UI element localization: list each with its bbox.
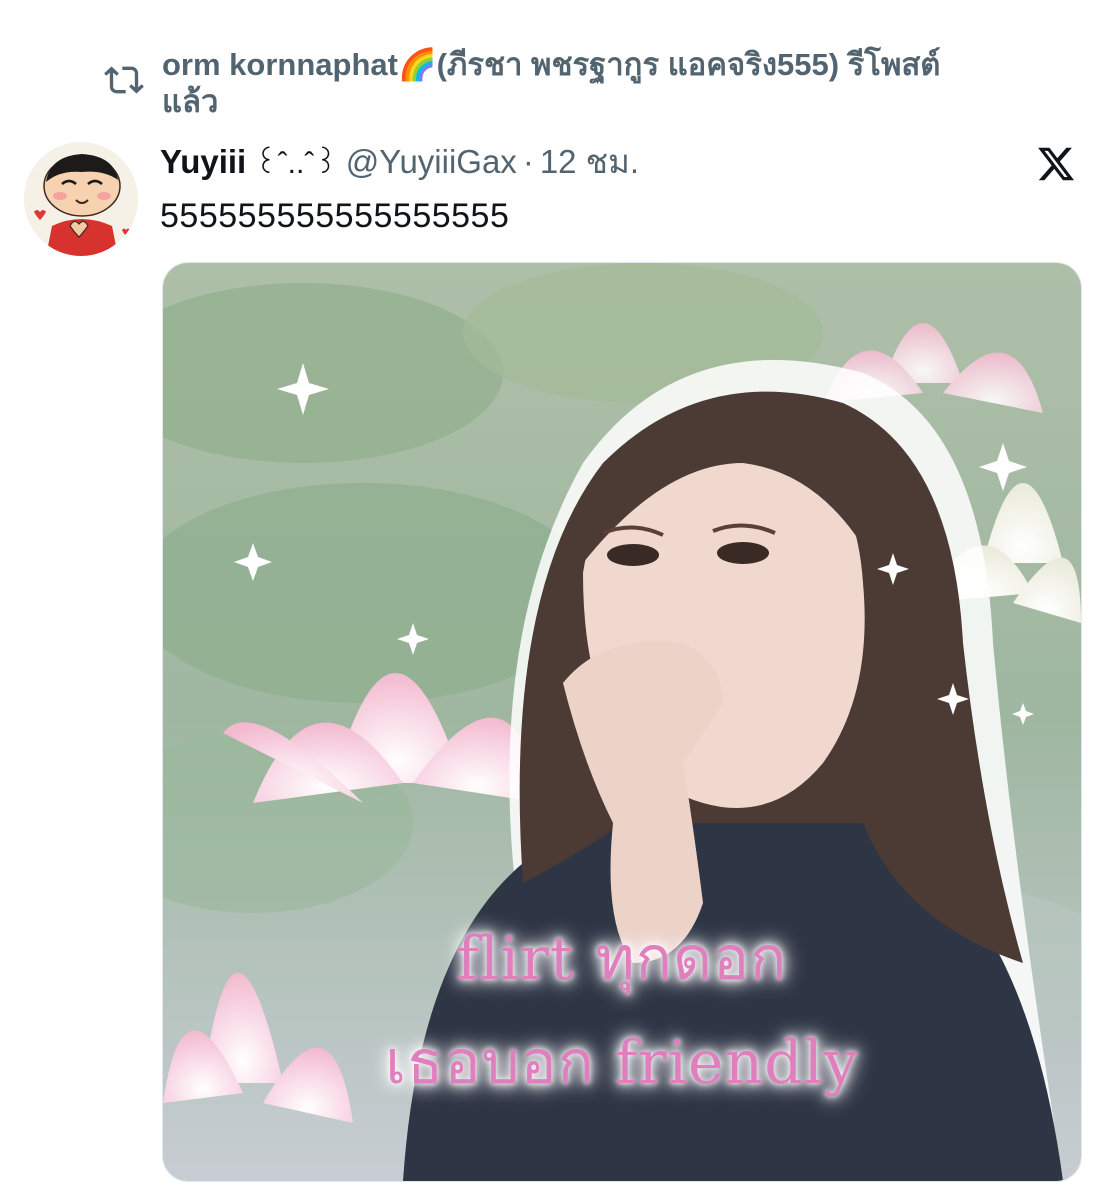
name-decoration: ꒰ˆ..ˆ꒱ [254, 147, 338, 180]
caption-line-1: flirt ทุกดอก [456, 924, 788, 994]
repost-icon [104, 66, 144, 94]
x-logo-icon [1038, 147, 1075, 181]
user-handle[interactable]: @YuyiiiGax [346, 140, 517, 184]
tweet-header: Yuyiii ꒰ˆ..ˆ꒱ @YuyiiiGax · 12 ชม. [160, 140, 639, 186]
repost-label[interactable]: orm kornnaphat🌈(ภีรชา พชรฐากูร แอคจริง55… [162, 46, 962, 120]
display-name[interactable]: Yuyiii [160, 140, 246, 184]
tweet-image[interactable]: flirt ทุกดอก เธอบอก friendly [162, 262, 1082, 1182]
caption-line-2: เธอบอก friendly [385, 1028, 859, 1098]
separator-dot: · [522, 143, 534, 180]
timestamp[interactable]: 12 ชม. [540, 140, 639, 184]
tweet-view: orm kornnaphat🌈(ภีรชา พชรฐากูร แอคจริง55… [0, 0, 1103, 1200]
avatar[interactable] [24, 142, 138, 256]
tweet-text: 555555555555555555 [160, 197, 510, 235]
cartoon-avatar [24, 142, 138, 256]
repost-header: orm kornnaphat🌈(ภีรชา พชรฐากูร แอคจริง55… [104, 46, 1064, 120]
